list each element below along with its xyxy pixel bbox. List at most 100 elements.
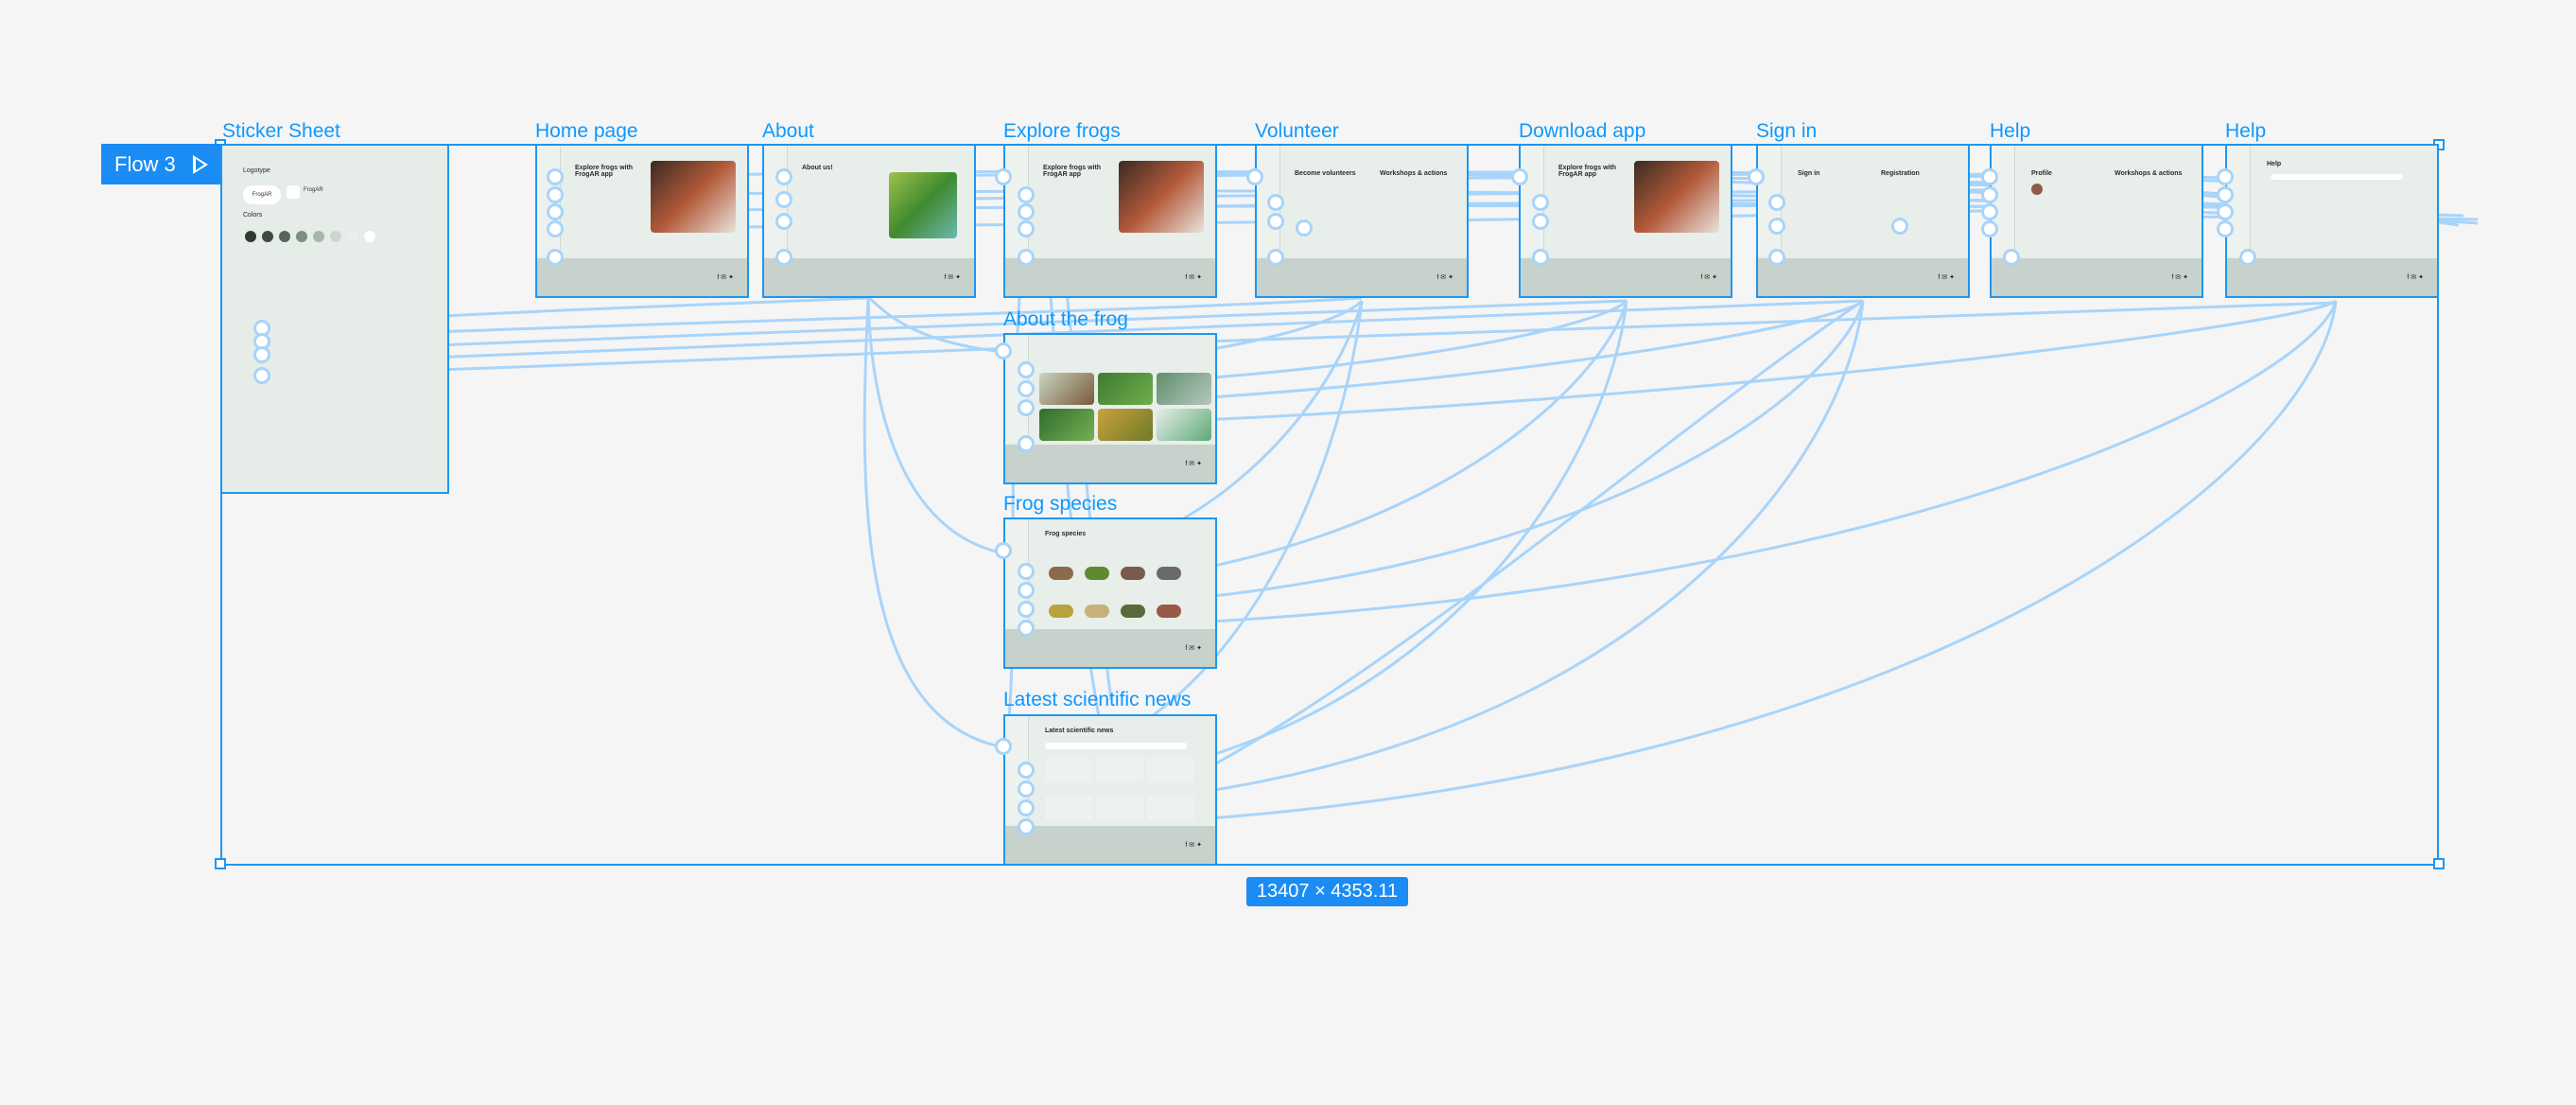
connection-node[interactable] (1018, 563, 1035, 580)
frame-explore-frogs[interactable]: Explore frogs with FrogAR app f ✉ ✦ (1003, 144, 1217, 298)
connection-node[interactable] (1267, 194, 1284, 211)
frame-about-the-frog[interactable]: f ✉ ✦ (1003, 333, 1217, 484)
connection-node[interactable] (1018, 582, 1035, 599)
frame-label-about-frog[interactable]: About the frog (1003, 309, 1128, 329)
connection-node[interactable] (1018, 249, 1035, 266)
connection-node[interactable] (995, 738, 1012, 755)
connection-node[interactable] (775, 213, 792, 230)
frame-footer: f ✉ ✦ (1758, 258, 1968, 296)
connection-node[interactable] (1981, 168, 1998, 185)
frame-label-volunteer[interactable]: Volunteer (1255, 121, 1339, 141)
connection-node[interactable] (1768, 194, 1785, 211)
connection-node[interactable] (1267, 213, 1284, 230)
connection-node[interactable] (995, 168, 1012, 185)
connection-node[interactable] (1018, 762, 1035, 779)
connection-node[interactable] (1018, 620, 1035, 637)
frame-download-app[interactable]: Explore frogs with FrogAR app f ✉ ✦ (1519, 144, 1732, 298)
connection-node[interactable] (1018, 380, 1035, 397)
connection-node[interactable] (253, 346, 270, 363)
frame-footer: f ✉ ✦ (764, 258, 974, 296)
connection-node[interactable] (1018, 186, 1035, 203)
color-swatch-6 (330, 231, 341, 242)
species-image-5 (1049, 605, 1073, 618)
connection-node[interactable] (1532, 213, 1549, 230)
connection-node[interactable] (1532, 194, 1549, 211)
connection-node[interactable] (1246, 168, 1263, 185)
frame-sticker-sheet[interactable]: Logotype FrogAR FrogAR Colors (220, 144, 449, 494)
species-image-7 (1121, 605, 1145, 618)
connection-node[interactable] (1267, 249, 1284, 266)
flow-label: Flow 3 (114, 151, 176, 176)
sticker-logo: FrogAR (243, 185, 281, 204)
connection-node[interactable] (1532, 249, 1549, 266)
frame-label-explore[interactable]: Explore frogs (1003, 121, 1121, 141)
news-card-6 (1147, 796, 1194, 820)
connection-node[interactable] (547, 168, 564, 185)
connection-node[interactable] (547, 220, 564, 237)
frame-latest-news[interactable]: Latest scientific news f ✉ ✦ (1003, 714, 1217, 866)
connection-node[interactable] (1018, 435, 1035, 452)
frame-home-page[interactable]: Explore frogs with FrogAR app f ✉ ✦ (535, 144, 749, 298)
connection-node[interactable] (1018, 781, 1035, 798)
hero-image (1634, 161, 1719, 233)
selection-handle-bottom-left[interactable] (215, 858, 226, 869)
connection-node[interactable] (1018, 601, 1035, 618)
frame-label-species[interactable]: Frog species (1003, 494, 1117, 514)
frame-label-help-1[interactable]: Help (1990, 121, 2030, 141)
frame-help[interactable]: Help f ✉ ✦ (2225, 144, 2439, 298)
connection-node[interactable] (2217, 220, 2234, 237)
connection-node[interactable] (1296, 219, 1313, 237)
connection-node[interactable] (1018, 220, 1035, 237)
frame-label-download[interactable]: Download app (1519, 121, 1645, 141)
frame-footer: f ✉ ✦ (1005, 629, 1215, 667)
selection-handle-bottom-right[interactable] (2433, 858, 2445, 869)
connection-node[interactable] (2003, 249, 2020, 266)
connection-node[interactable] (995, 342, 1012, 360)
connection-node[interactable] (2217, 168, 2234, 185)
frame-frog-species[interactable]: Frog species f ✉ ✦ (1003, 517, 1217, 669)
news-card-5 (1096, 796, 1143, 820)
frame-sign-in[interactable]: Sign in Registration f ✉ ✦ (1756, 144, 1970, 298)
connection-node[interactable] (1018, 399, 1035, 416)
connection-node[interactable] (1018, 818, 1035, 835)
connection-node[interactable] (547, 249, 564, 266)
selection-dimensions-badge: 13407 × 4353.11 (1246, 877, 1408, 906)
connection-node[interactable] (547, 186, 564, 203)
frame-help-profile[interactable]: Profile Workshops & actions f ✉ ✦ (1990, 144, 2203, 298)
connection-node[interactable] (775, 249, 792, 266)
frame-label-sticker[interactable]: Sticker Sheet (222, 121, 340, 141)
connection-node[interactable] (1511, 168, 1528, 185)
frame-volunteer[interactable]: Become volunteers Workshops & actions f … (1255, 144, 1469, 298)
frame-label-signin[interactable]: Sign in (1756, 121, 1817, 141)
connection-node[interactable] (1981, 220, 1998, 237)
connection-node[interactable] (253, 367, 270, 384)
connection-node[interactable] (1891, 218, 1908, 235)
frame-heading: Profile (2031, 170, 2052, 177)
species-image-2 (1085, 567, 1109, 580)
connection-node[interactable] (2217, 186, 2234, 203)
connection-node[interactable] (1768, 249, 1785, 266)
connection-node[interactable] (2239, 249, 2256, 266)
connection-node[interactable] (775, 168, 792, 185)
species-image-6 (1085, 605, 1109, 618)
frog-gallery-image-1 (1039, 373, 1094, 405)
connection-node[interactable] (2217, 203, 2234, 220)
connection-node[interactable] (1768, 218, 1785, 235)
sticker-logo-text: FrogAR (304, 187, 323, 193)
connection-node[interactable] (995, 542, 1012, 559)
connection-node[interactable] (1981, 203, 1998, 220)
flow-start-button[interactable]: Flow 3 (101, 144, 220, 184)
frame-label-news[interactable]: Latest scientific news (1003, 690, 1191, 710)
connection-node[interactable] (1018, 361, 1035, 378)
frame-label-home[interactable]: Home page (535, 121, 638, 141)
connection-node[interactable] (1748, 168, 1765, 185)
frame-footer: f ✉ ✦ (2227, 258, 2437, 296)
frame-label-about[interactable]: About (762, 121, 814, 141)
frame-label-help-2[interactable]: Help (2225, 121, 2266, 141)
connection-node[interactable] (1018, 799, 1035, 816)
connection-node[interactable] (1981, 186, 1998, 203)
connection-node[interactable] (547, 203, 564, 220)
connection-node[interactable] (775, 191, 792, 208)
connection-node[interactable] (1018, 203, 1035, 220)
frame-about[interactable]: About us! f ✉ ✦ (762, 144, 976, 298)
